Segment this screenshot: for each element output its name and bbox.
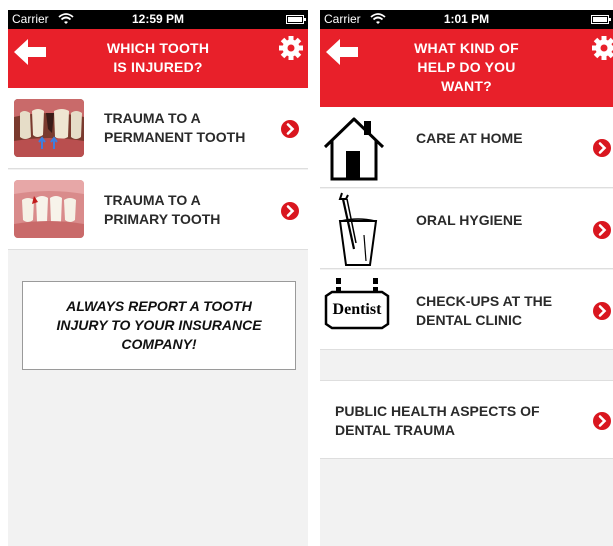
settings-button[interactable] [591,35,613,61]
header-bar: WHAT KIND OF HELP DO YOU WANT? [320,29,613,107]
chevron-right-icon [593,412,611,430]
menu-item-oral-hygiene[interactable]: ORAL HYGIENE [320,189,613,269]
page-title: WHAT KIND OF HELP DO YOU WANT? [414,40,519,94]
menu-item-label: ORAL HYGIENE [416,212,523,228]
chevron-right-icon [593,221,611,239]
insurance-notice: ALWAYS REPORT A TOOTH INJURY TO YOUR INS… [22,281,296,370]
menu-item-label: TRAUMA TO A PERMANENT TOOTH [104,110,246,145]
status-bar: Carrier 1:01 PM [320,10,613,29]
status-time: 1:01 PM [443,12,490,26]
right-screen: Carrier 1:01 PM WHAT KIND OF HELP DO YOU… [320,10,613,546]
chevron-right-icon [281,202,299,220]
menu-item-check-ups[interactable]: Dentist CHECK-UPS AT THE DENTAL CLINIC [320,270,613,350]
status-bar: Carrier 12:59 PM [8,10,308,29]
toothbrush-glass-icon [338,192,378,266]
battery-icon [591,15,611,24]
house-icon [323,117,385,181]
gear-icon [592,36,613,60]
gear-icon [279,36,303,60]
battery-icon [286,15,306,24]
menu-item-permanent-tooth[interactable]: TRAUMA TO A PERMANENT TOOTH [8,88,308,169]
page-title: WHICH TOOTH IS INJURED? [106,40,210,75]
settings-button[interactable] [278,35,304,61]
menu-item-care-at-home[interactable]: CARE AT HOME [320,107,613,188]
chevron-right-icon [593,139,611,157]
header-bar: WHICH TOOTH IS INJURED? [8,29,308,88]
status-time: 12:59 PM [131,12,185,26]
primary-tooth-image [14,180,84,238]
left-screen: Carrier 12:59 PM WHICH TOOTH IS INJURED? [8,10,308,546]
chevron-right-icon [281,120,299,138]
dentist-sign-text: Dentist [332,301,382,318]
menu-item-label: CHECK-UPS AT THE DENTAL CLINIC [416,293,553,328]
menu-item-primary-tooth[interactable]: TRAUMA TO A PRIMARY TOOTH [8,170,308,250]
menu-item-label: CARE AT HOME [416,130,523,146]
chevron-right-icon [593,302,611,320]
menu-item-label: PUBLIC HEALTH ASPECTS OF DENTAL TRAUMA [335,403,540,438]
permanent-tooth-image [14,99,84,157]
menu-item-public-health[interactable]: PUBLIC HEALTH ASPECTS OF DENTAL TRAUMA [320,380,613,459]
dentist-sign-icon: Dentist [322,278,392,344]
menu-item-label: TRAUMA TO A PRIMARY TOOTH [104,192,221,227]
